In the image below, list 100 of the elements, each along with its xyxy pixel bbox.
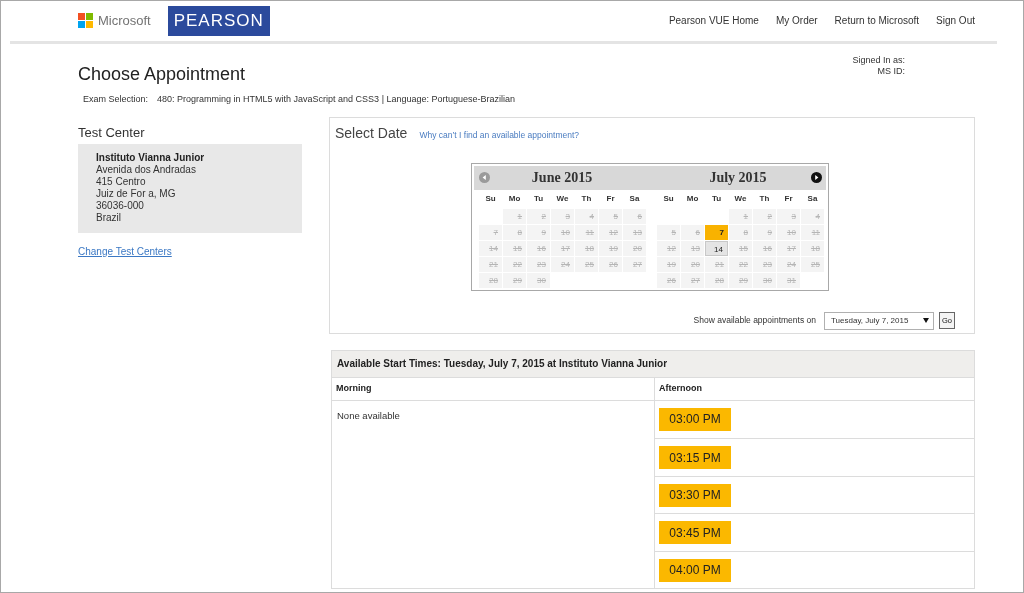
four-squares-icon	[78, 13, 93, 28]
calendar-day: 4	[801, 208, 824, 224]
calendar-day: 4	[575, 208, 598, 224]
weekday-label: Mo	[685, 192, 700, 205]
time-slot-button[interactable]: 03:45 PM	[659, 521, 731, 544]
calendar-day: 21	[705, 256, 728, 272]
brand-name: Microsoft	[98, 11, 151, 30]
weekday-label: Tu	[532, 192, 545, 205]
time-slot-button[interactable]: 03:30 PM	[659, 483, 731, 507]
nav-link[interactable]: My Order	[775, 13, 818, 28]
weekday-label: Sa	[628, 192, 641, 205]
calendar-day: 15	[729, 240, 752, 256]
change-test-centers-link[interactable]: Change Test Centers	[78, 243, 172, 259]
ms-id-label: MS ID:	[877, 66, 905, 77]
calendar-day: 10	[551, 224, 574, 240]
weekday-label: We	[733, 192, 748, 205]
calendar-day: 12	[599, 224, 622, 240]
weekday-label: Mo	[507, 192, 522, 205]
date-dropdown[interactable]: Tuesday, July 7, 2015	[824, 311, 934, 330]
test-center-name: Instituto Vianna Junior	[96, 151, 206, 164]
calendar-day: 26	[657, 272, 680, 288]
weekday-label: Tu	[710, 192, 723, 205]
column-heading: Morning	[332, 376, 654, 401]
calendar-day: 11	[575, 224, 598, 240]
address-line: Brazil	[96, 211, 122, 224]
calendar-day: 5	[599, 208, 622, 224]
calendar-day: 19	[657, 256, 680, 272]
weekday-label: Th	[580, 192, 593, 205]
calendar-day: 18	[801, 240, 824, 256]
calendar-day: 25	[801, 256, 824, 272]
page-title: Choose Appointment	[78, 63, 246, 85]
panel-title: Available Start Times: Tuesday, July 7, 2015 at Instituto Vianna Junior	[332, 350, 974, 377]
dropdown-arrow-icon	[923, 318, 929, 323]
calendar-day: 19	[599, 240, 622, 256]
calendar-day: 23	[527, 256, 550, 272]
calendar-day[interactable]: 7	[705, 224, 728, 240]
calendar-day: 3	[777, 208, 800, 224]
address-line: Avenida dos Andradas	[96, 163, 197, 176]
calendar-day: 30	[753, 272, 776, 288]
calendar-day: 23	[753, 256, 776, 272]
calendar-day: 28	[479, 272, 502, 288]
calendar-day: 24	[777, 256, 800, 272]
calendar-day: 2	[753, 208, 776, 224]
weekday-label: We	[555, 192, 570, 205]
weekday-label: Th	[758, 192, 771, 205]
calendar-day: 27	[623, 256, 646, 272]
weekday-label: Su	[484, 192, 497, 205]
time-slot-button[interactable]: 03:15 PM	[659, 446, 731, 469]
month-title: July 2015	[708, 169, 768, 187]
weekday-label: Sa	[806, 192, 819, 205]
calendar-day: 29	[503, 272, 526, 288]
section-heading: Test Center	[78, 124, 146, 141]
address-line: Juiz de For a, MG	[96, 187, 177, 200]
calendar-day: 27	[681, 272, 704, 288]
time-slot-button[interactable]: 03:00 PM	[659, 407, 731, 431]
help-link[interactable]: Why can’t I find an available appointment?	[419, 128, 580, 142]
calendar-day: 5	[657, 224, 680, 240]
calendar-day: 6	[681, 224, 704, 240]
calendar-day[interactable]: 14	[705, 240, 728, 256]
nav-link[interactable]: Return to Microsoft	[834, 13, 920, 28]
calendar-day: 31	[777, 272, 800, 288]
calendar-day: 30	[527, 272, 550, 288]
exam-selection-value: 480: Programming in HTML5 with JavaScript and CSS3 | Language: Portuguese-Brazilian	[157, 93, 516, 106]
empty-message: None available	[336, 408, 401, 423]
column-heading: Afternoon	[655, 376, 974, 401]
calendar-day: 20	[681, 256, 704, 272]
brand-logo: PEARSON	[167, 5, 270, 36]
calendar-day: 10	[777, 224, 800, 240]
time-slot-button[interactable]: 04:00 PM	[659, 558, 731, 582]
calendar-day: 13	[623, 224, 646, 240]
calendar-day: 24	[551, 256, 574, 272]
weekday-label: Su	[662, 192, 675, 205]
calendar-day: 9	[753, 224, 776, 240]
calendar-day: 8	[729, 224, 752, 240]
calendar-day: 11	[801, 224, 824, 240]
calendar-day: 2	[527, 208, 550, 224]
calendar-day: 20	[623, 240, 646, 256]
weekday-label: Fr	[605, 192, 616, 205]
calendar-day: 1	[503, 208, 526, 224]
nav-link[interactable]: Pearson VUE Home	[668, 13, 759, 28]
section-heading: Select Date	[335, 123, 408, 143]
calendar-day: 9	[527, 224, 550, 240]
calendar-day: 17	[551, 240, 574, 256]
month-title: June 2015	[530, 169, 594, 187]
show-appointments-label: Show available appointments on	[693, 314, 816, 327]
calendar-day: 3	[551, 208, 574, 224]
calendar-day: 22	[503, 256, 526, 272]
signed-in-label: Signed In as:	[852, 55, 905, 66]
calendar-day: 12	[657, 240, 680, 256]
calendar-day: 16	[753, 240, 776, 256]
address-line: 415 Centro	[96, 175, 147, 188]
address-line: 36036-000	[96, 199, 145, 212]
calendar-day: 8	[503, 224, 526, 240]
calendar-day: 17	[777, 240, 800, 256]
calendar-day: 7	[479, 224, 502, 240]
calendar-day: 26	[599, 256, 622, 272]
calendar-day: 21	[479, 256, 502, 272]
calendar-day: 14	[479, 240, 502, 256]
nav-link[interactable]: Sign Out	[936, 13, 975, 28]
calendar-day: 29	[729, 272, 752, 288]
